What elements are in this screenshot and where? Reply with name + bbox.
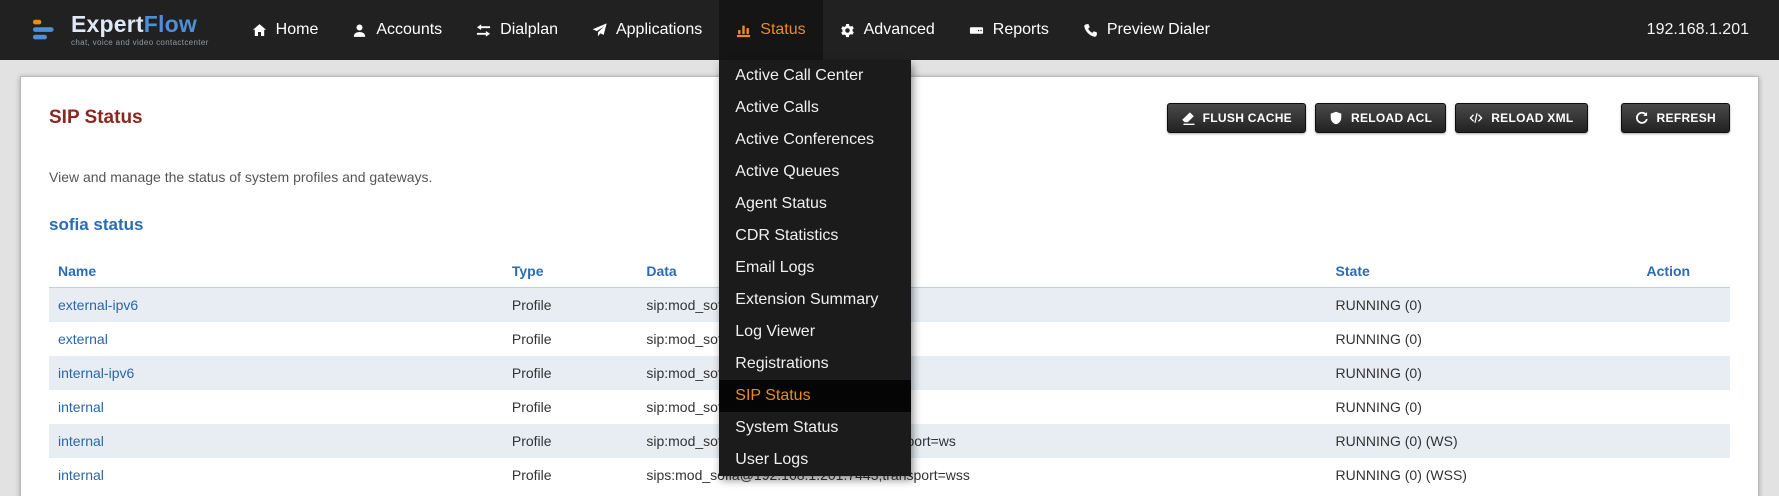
sofia-profile-link[interactable]: internal: [58, 399, 104, 415]
button-label: RELOAD XML: [1491, 111, 1573, 125]
nav-item-advanced[interactable]: Advanced: [823, 0, 952, 60]
hdd-icon: [969, 23, 984, 38]
toolbar: FLUSH CACHE RELOAD ACL RELOAD XML REFRES…: [1167, 103, 1730, 133]
nav-item-label: Status: [760, 21, 805, 39]
sofia-profile-link[interactable]: internal: [58, 467, 104, 483]
exchange-arrows-icon: [476, 23, 491, 38]
nav-item-reports[interactable]: Reports: [952, 0, 1066, 60]
cell-state: RUNNING (0): [1327, 390, 1638, 424]
nav-item-label: Dialplan: [500, 21, 558, 39]
expertflow-logo-icon: [32, 15, 62, 45]
menu-item-system-status[interactable]: System Status: [719, 412, 911, 444]
flush-cache-button[interactable]: FLUSH CACHE: [1167, 103, 1306, 133]
refresh-button[interactable]: REFRESH: [1621, 103, 1730, 133]
menu-item-active-calls[interactable]: Active Calls: [719, 92, 911, 124]
sofia-profile-link[interactable]: external: [58, 331, 108, 347]
button-label: FLUSH CACHE: [1203, 111, 1292, 125]
sofia-profile-link[interactable]: internal: [58, 433, 104, 449]
cell-action: [1638, 424, 1730, 458]
cell-action: [1638, 390, 1730, 424]
brand-tagline: chat, voice and video contactcenter: [71, 39, 209, 47]
phone-icon: [1083, 23, 1098, 38]
code-icon: [1469, 111, 1483, 125]
cell-type: Profile: [503, 356, 637, 390]
menu-item-log-viewer[interactable]: Log Viewer: [719, 316, 911, 348]
cell-state: RUNNING (0): [1327, 322, 1638, 356]
button-label: RELOAD ACL: [1351, 111, 1432, 125]
reload-xml-button[interactable]: RELOAD XML: [1455, 103, 1587, 133]
server-ip: 192.168.1.201: [1647, 21, 1779, 39]
eraser-icon: [1181, 111, 1195, 125]
nav-item-label: Home: [276, 21, 319, 39]
cell-state: RUNNING (0) (WS): [1327, 424, 1638, 458]
brand[interactable]: ExpertFlow chat, voice and video contact…: [0, 0, 235, 60]
cell-state: RUNNING (0): [1327, 288, 1638, 323]
menu-item-user-logs[interactable]: User Logs: [719, 444, 911, 476]
nav-item-label: Preview Dialer: [1107, 21, 1210, 39]
cell-type: Profile: [503, 322, 637, 356]
home-icon: [252, 23, 267, 38]
cell-state: RUNNING (0): [1327, 356, 1638, 390]
gear-icon: [840, 23, 855, 38]
bar-chart-icon: [736, 23, 751, 38]
nav-item-preview-dialer[interactable]: Preview Dialer: [1066, 0, 1227, 60]
cell-type: Profile: [503, 390, 637, 424]
cell-type: Profile: [503, 458, 637, 492]
nav-item-status[interactable]: Status Active Call Center Active Calls A…: [719, 0, 822, 60]
brand-name-flow: Flow: [144, 11, 197, 37]
cell-action: [1638, 322, 1730, 356]
brand-text: ExpertFlow chat, voice and video contact…: [71, 13, 209, 47]
nav-item-home[interactable]: Home: [235, 0, 336, 60]
menu-item-registrations[interactable]: Registrations: [719, 348, 911, 380]
sofia-profile-link[interactable]: external-ipv6: [58, 297, 138, 313]
cell-state: RUNNING (0) (WSS): [1327, 458, 1638, 492]
button-label: REFRESH: [1657, 111, 1716, 125]
column-header-state: State: [1327, 255, 1638, 288]
reload-acl-button[interactable]: RELOAD ACL: [1315, 103, 1446, 133]
cell-action: [1638, 288, 1730, 323]
cell-action: [1638, 458, 1730, 492]
top-navbar: ExpertFlow chat, voice and video contact…: [0, 0, 1779, 60]
menu-item-agent-status[interactable]: Agent Status: [719, 188, 911, 220]
menu-item-active-queues[interactable]: Active Queues: [719, 156, 911, 188]
menu-item-email-logs[interactable]: Email Logs: [719, 252, 911, 284]
menu-item-active-call-center[interactable]: Active Call Center: [719, 60, 911, 92]
nav-item-label: Advanced: [864, 21, 935, 39]
nav-item-label: Accounts: [376, 21, 442, 39]
user-icon: [352, 23, 367, 38]
cell-type: Profile: [503, 424, 637, 458]
menu-item-extension-summary[interactable]: Extension Summary: [719, 284, 911, 316]
cell-action: [1638, 356, 1730, 390]
page-title: SIP Status: [49, 107, 143, 129]
column-header-name: Name: [49, 255, 503, 288]
menu-item-sip-status[interactable]: SIP Status: [719, 380, 911, 412]
nav-item-label: Reports: [993, 21, 1049, 39]
menu-item-cdr-statistics[interactable]: CDR Statistics: [719, 220, 911, 252]
nav-item-accounts[interactable]: Accounts: [335, 0, 459, 60]
status-dropdown-menu: Active Call Center Active Calls Active C…: [719, 60, 911, 476]
brand-name-expert: Expert: [71, 11, 144, 37]
paper-plane-icon: [592, 23, 607, 38]
nav-item-applications[interactable]: Applications: [575, 0, 719, 60]
column-header-action: Action: [1638, 255, 1730, 288]
refresh-icon: [1635, 111, 1649, 125]
nav-item-dialplan[interactable]: Dialplan: [459, 0, 575, 60]
cell-type: Profile: [503, 288, 637, 323]
column-header-type: Type: [503, 255, 637, 288]
nav-item-label: Applications: [616, 21, 702, 39]
shield-icon: [1329, 111, 1343, 125]
brand-name: ExpertFlow: [71, 13, 209, 36]
sofia-profile-link[interactable]: internal-ipv6: [58, 365, 134, 381]
main-menu: Home Accounts Dialplan Applications Stat: [235, 0, 1227, 60]
menu-item-active-conferences[interactable]: Active Conferences: [719, 124, 911, 156]
